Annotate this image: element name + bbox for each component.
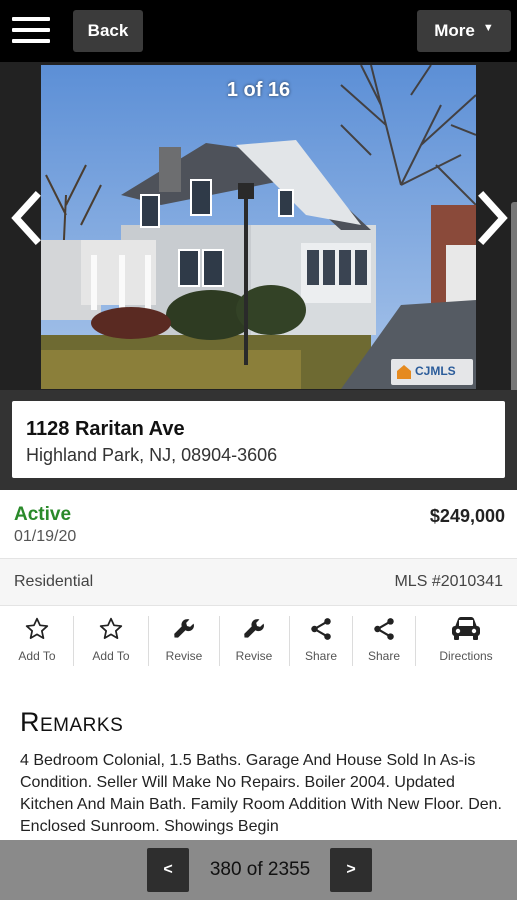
remarks-text: 4 Bedroom Colonial, 1.5 Baths. Garage An… (20, 752, 502, 835)
mls-watermark-logo: CJMLS (391, 359, 473, 385)
wrench-icon (241, 614, 267, 644)
photo-counter: 1 of 16 (226, 79, 291, 101)
listing-price: $249,000 (429, 506, 505, 526)
divider (73, 616, 74, 666)
divider (352, 616, 353, 666)
more-label: More (434, 21, 475, 40)
directions-button[interactable]: Directions (428, 614, 504, 670)
remarks-heading: Remarks (20, 707, 124, 737)
property-type: Residential (14, 573, 94, 590)
share-icon (308, 614, 334, 644)
share-button[interactable]: Share (294, 614, 348, 670)
more-button[interactable]: More ▼ (417, 10, 511, 52)
next-photo-arrow-icon[interactable] (473, 188, 513, 248)
top-bar: Back More ▼ (0, 0, 517, 62)
address-section: 1128 Raritan Ave Highland Park, NJ, 0890… (0, 390, 517, 490)
previous-photo-arrow-icon[interactable] (6, 188, 46, 248)
svg-text:CJMLS: CJMLS (415, 364, 456, 378)
add-to-button[interactable]: Add To (84, 614, 138, 670)
action-label: Add To (92, 649, 130, 663)
address-card: 1128 Raritan Ave Highland Park, NJ, 0890… (12, 401, 505, 478)
divider (289, 616, 290, 666)
action-label: Revise (165, 649, 203, 663)
previous-listing-button[interactable]: < (147, 848, 189, 892)
action-label: Add To (18, 649, 56, 663)
wrench-icon (171, 614, 197, 644)
street-address: 1128 Raritan Ave (26, 418, 185, 440)
star-icon (24, 614, 50, 644)
next-listing-button[interactable]: > (330, 848, 372, 892)
divider (415, 616, 416, 666)
revise-button[interactable]: Revise (227, 614, 281, 670)
action-label: Share (304, 649, 338, 663)
listing-position: 380 of 2355 (209, 859, 311, 880)
revise-button[interactable]: Revise (157, 614, 211, 670)
share-button[interactable]: Share (357, 614, 411, 670)
add-to-button[interactable]: Add To (10, 614, 64, 670)
mls-number: MLS #2010341 (394, 573, 503, 590)
listing-photo[interactable]: 1 of 16 CJMLS (41, 65, 476, 389)
action-bar: Add To Add To Revise Revise Share Share (0, 606, 517, 674)
action-label: Share (367, 649, 401, 663)
listing-pager: < 380 of 2355 > (0, 840, 517, 900)
listing-status: Active (14, 504, 72, 525)
side-drawer-handle[interactable] (511, 202, 517, 402)
city-state-zip: Highland Park, NJ, 08904-3606 (26, 445, 278, 465)
menu-icon[interactable] (10, 13, 52, 47)
action-label: Directions (439, 649, 493, 663)
listing-date: 01/19/20 (14, 528, 77, 545)
divider (148, 616, 149, 666)
share-icon (371, 614, 397, 644)
chevron-down-icon: ▼ (482, 22, 494, 34)
status-row: Active 01/19/20 $249,000 (0, 490, 517, 559)
type-row: Residential MLS #2010341 (0, 559, 517, 606)
star-icon (98, 614, 124, 644)
action-label: Revise (235, 649, 273, 663)
back-button[interactable]: Back (73, 10, 143, 52)
car-icon (449, 614, 483, 644)
photo-gallery: 1 of 16 CJMLS (0, 62, 517, 402)
divider (219, 616, 220, 666)
remarks-section: Remarks 4 Bedroom Colonial, 1.5 Baths. G… (0, 675, 517, 840)
